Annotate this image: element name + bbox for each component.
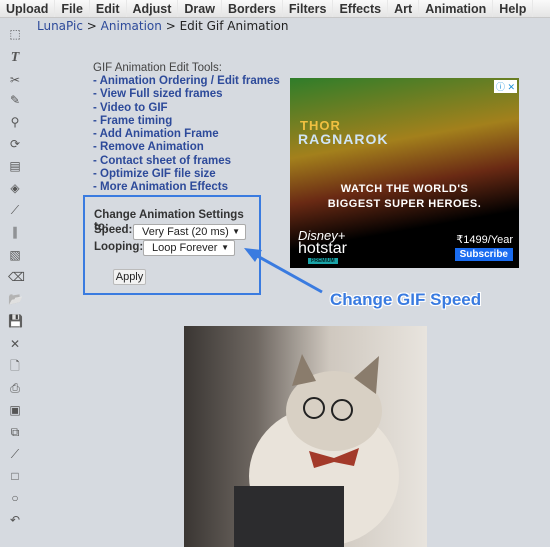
close-icon[interactable]: ✕: [8, 337, 22, 351]
tool-link[interactable]: - More Animation Effects: [93, 181, 280, 194]
menu-draw[interactable]: Draw: [178, 0, 222, 17]
menu-borders[interactable]: Borders: [222, 0, 283, 17]
looping-select[interactable]: Loop Forever ▼: [143, 240, 235, 256]
speed-value: Very Fast (20 ms): [142, 226, 229, 238]
scissors-icon[interactable]: ✂: [8, 73, 22, 87]
line-icon[interactable]: ⟋: [8, 447, 22, 461]
dropdown-arrow-icon: ▼: [232, 227, 240, 236]
rectangle-icon[interactable]: □: [8, 469, 22, 483]
tool-link[interactable]: - Frame timing: [93, 115, 280, 128]
breadcrumb-current: Edit Gif Animation: [179, 19, 289, 33]
gradient-icon[interactable]: ▤: [8, 159, 22, 173]
speed-label: Speed:: [94, 224, 133, 236]
menu-effects[interactable]: Effects: [333, 0, 389, 17]
rotate-icon[interactable]: ⟳: [8, 137, 22, 151]
menu-adjust[interactable]: Adjust: [127, 0, 179, 17]
looping-value: Loop Forever: [152, 242, 218, 254]
ad-tagline: WATCH THE WORLD'S BIGGEST SUPER HEROES.: [327, 183, 482, 210]
animation-settings-panel: Change Animation Settings to: Speed: Ver…: [83, 195, 261, 295]
speed-select[interactable]: Very Fast (20 ms) ▼: [133, 224, 246, 240]
ad-subtitle: RAGNAROK: [298, 131, 389, 147]
menu-art[interactable]: Art: [388, 0, 420, 17]
new-file-icon[interactable]: 🗋: [8, 359, 22, 373]
looping-label: Looping:: [94, 241, 144, 253]
tool-link[interactable]: - Animation Ordering / Edit frames: [93, 75, 280, 88]
ad-subscribe-button[interactable]: Subscribe: [454, 248, 513, 261]
save-icon[interactable]: 💾: [8, 314, 23, 328]
dropdown-arrow-icon: ▼: [221, 243, 229, 252]
advertisement[interactable]: THOR RAGNAROK WATCH THE WORLD'S BIGGEST S…: [290, 78, 519, 268]
brush-icon[interactable]: ∥: [8, 225, 22, 239]
tool-link[interactable]: - Remove Animation: [93, 141, 280, 154]
breadcrumb: LunaPic > Animation > Edit Gif Animation: [37, 19, 288, 33]
ad-hotstar-logo: hotstar: [298, 240, 347, 257]
breadcrumb-separator: >: [165, 19, 176, 33]
breadcrumb-separator: >: [86, 19, 97, 33]
open-folder-icon[interactable]: 📂: [8, 292, 23, 306]
menu-bar: Upload File Edit Adjust Draw Borders Filters Ef…: [0, 0, 550, 18]
breadcrumb-animation[interactable]: Animation: [101, 19, 162, 33]
undo-icon[interactable]: ↶: [8, 513, 22, 527]
paint-bucket-icon[interactable]: ◈: [8, 181, 22, 195]
magnifier-icon[interactable]: ⚲: [8, 115, 22, 129]
copy-icon[interactable]: ⧉: [8, 425, 22, 439]
tool-link[interactable]: - View Full sized frames: [93, 88, 280, 101]
ad-premium-badge: PREMIUM: [308, 258, 338, 264]
paste-icon[interactable]: ▣: [8, 403, 22, 417]
tool-link[interactable]: - Add Animation Frame: [93, 128, 280, 141]
animation-tools-list: GIF Animation Edit Tools: - Animation Or…: [93, 62, 280, 195]
apply-button[interactable]: Apply: [113, 269, 146, 285]
eyedropper-icon[interactable]: ⟋: [8, 203, 22, 217]
crop-icon[interactable]: ▧: [8, 248, 22, 262]
tool-link[interactable]: - Optimize GIF file size: [93, 168, 280, 181]
tool-link[interactable]: - Video to GIF: [93, 102, 280, 115]
menu-help[interactable]: Help: [493, 0, 534, 17]
marquee-select-icon[interactable]: ⬚: [8, 27, 22, 41]
ellipse-icon[interactable]: ○: [8, 491, 22, 505]
menu-filters[interactable]: Filters: [283, 0, 334, 17]
menu-animation[interactable]: Animation: [419, 0, 494, 17]
menu-edit[interactable]: Edit: [90, 0, 127, 17]
animated-gif-preview: [184, 326, 427, 547]
menu-upload[interactable]: Upload: [0, 0, 56, 17]
ad-price: ₹1499/Year: [456, 234, 513, 246]
text-icon[interactable]: T: [8, 51, 22, 65]
print-icon[interactable]: ⎙: [8, 381, 22, 395]
menu-file[interactable]: File: [55, 0, 90, 17]
eraser-icon[interactable]: ⌫: [8, 270, 25, 284]
ad-close-icon[interactable]: ⓘ ✕: [493, 80, 517, 93]
callout-label: Change GIF Speed: [330, 290, 482, 309]
breadcrumb-home[interactable]: LunaPic: [37, 19, 83, 33]
tools-title: GIF Animation Edit Tools:: [93, 62, 222, 74]
tool-link[interactable]: - Contact sheet of frames: [93, 155, 280, 168]
pencil-icon[interactable]: ✎: [8, 93, 22, 107]
